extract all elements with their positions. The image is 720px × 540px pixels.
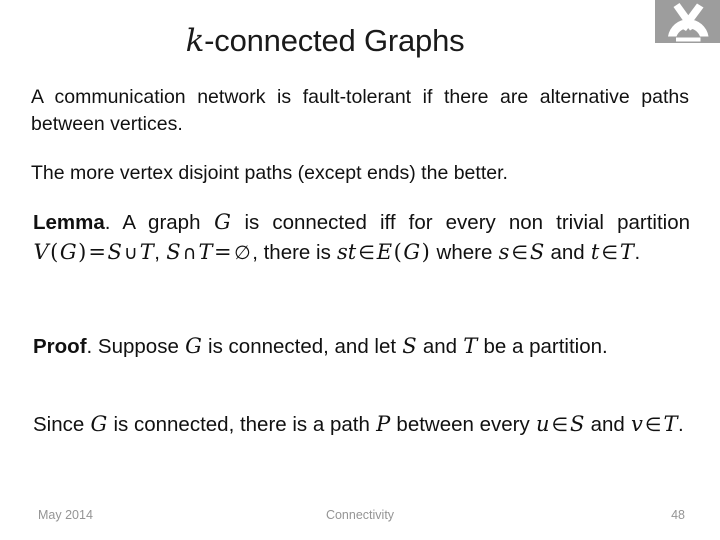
intersection-icon: ∩ (182, 241, 197, 264)
lemma-var-T1: T (139, 239, 154, 264)
lemma-paren-open-1: ( (50, 239, 59, 264)
since-text-3: between every (390, 413, 536, 436)
lemma-equals-2: = (214, 239, 232, 264)
lemma-equals-1: = (88, 239, 106, 264)
since-text-1: Since (33, 413, 90, 436)
since-var-G: G (90, 412, 108, 436)
lemma-var-T2: T (198, 239, 213, 264)
title-variable-k: k (185, 23, 205, 59)
slide-canvas: k-connected Graphs A communication netwo… (0, 0, 720, 540)
lemma-text-3: , there is (252, 240, 337, 264)
element-of-icon-3: ∈ (601, 241, 618, 264)
since-text-5: . (678, 413, 684, 436)
lemma-var-G3: G (403, 239, 421, 264)
microscope-icon (668, 3, 709, 42)
lemma-var-E: E (376, 239, 393, 264)
lemma-paren-close-1: ) (78, 239, 87, 264)
paragraph-fault-tolerance: A communication network is fault-toleran… (31, 86, 689, 135)
lemma-paren-open-2: ( (393, 239, 402, 264)
since-text-2: is connected, there is a path (107, 413, 376, 436)
lemma-var-G1: G (214, 210, 231, 234)
title-rest: -connected Graphs (204, 23, 465, 58)
since-block: Since G is connected, there is a path P … (33, 410, 690, 440)
lemma-var-st: st (337, 239, 357, 264)
element-of-icon-1: ∈ (358, 241, 375, 264)
lemma-comma-1: , (154, 240, 166, 264)
element-of-icon-5: ∈ (644, 414, 662, 436)
since-var-u: u (535, 412, 550, 436)
footer-page-number: 48 (671, 508, 685, 522)
since-var-P: P (376, 412, 391, 436)
lemma-var-T3: T (619, 239, 634, 264)
proof-text-2: is connected, and let (202, 335, 402, 358)
proof-text-1: Suppose (92, 335, 185, 358)
paragraph-vertex-disjoint: The more vertex disjoint paths (except e… (31, 162, 508, 184)
lemma-text-1: A graph (110, 211, 214, 234)
element-of-icon-4: ∈ (551, 414, 569, 436)
proof-var-G: G (185, 334, 202, 358)
proof-var-T: T (463, 334, 478, 358)
empty-set-icon: ∅ (234, 241, 251, 264)
lemma-text-6: . (634, 240, 641, 264)
lemma-paren-close-2: ) (421, 239, 430, 264)
lemma-var-t: t (590, 239, 600, 264)
since-var-S: S (570, 412, 585, 436)
lemma-var-s: s (498, 239, 510, 264)
proof-text-3: and (417, 335, 463, 358)
proof-text-4: be a partition. (477, 335, 608, 358)
lemma-text-2: is connected iff for every non trivial p… (231, 211, 690, 234)
element-of-icon-2: ∈ (511, 241, 528, 264)
since-var-T: T (663, 412, 678, 436)
proof-keyword: Proof (33, 335, 87, 358)
lemma-var-S2: S (166, 239, 181, 264)
microscope-logo (655, 0, 720, 43)
lemma-var-G2: G (59, 239, 77, 264)
since-var-v: v (631, 412, 643, 436)
proof-var-S: S (402, 334, 417, 358)
lemma-text-5: and (544, 240, 591, 264)
lemma-keyword: Lemma (33, 211, 105, 234)
lemma-var-S3: S (529, 239, 545, 264)
lemma-var-V: V (33, 239, 49, 264)
lemma-text-4: where (430, 240, 499, 264)
proof-block: Proof. Suppose G is connected, and let S… (33, 332, 690, 362)
lemma-var-S1: S (107, 239, 122, 264)
since-text-4: and (584, 413, 631, 436)
slide-title: k-connected Graphs (0, 22, 650, 60)
lemma-block: Lemma. A graph G is connected iff for ev… (33, 208, 690, 267)
union-icon: ∪ (123, 241, 138, 264)
